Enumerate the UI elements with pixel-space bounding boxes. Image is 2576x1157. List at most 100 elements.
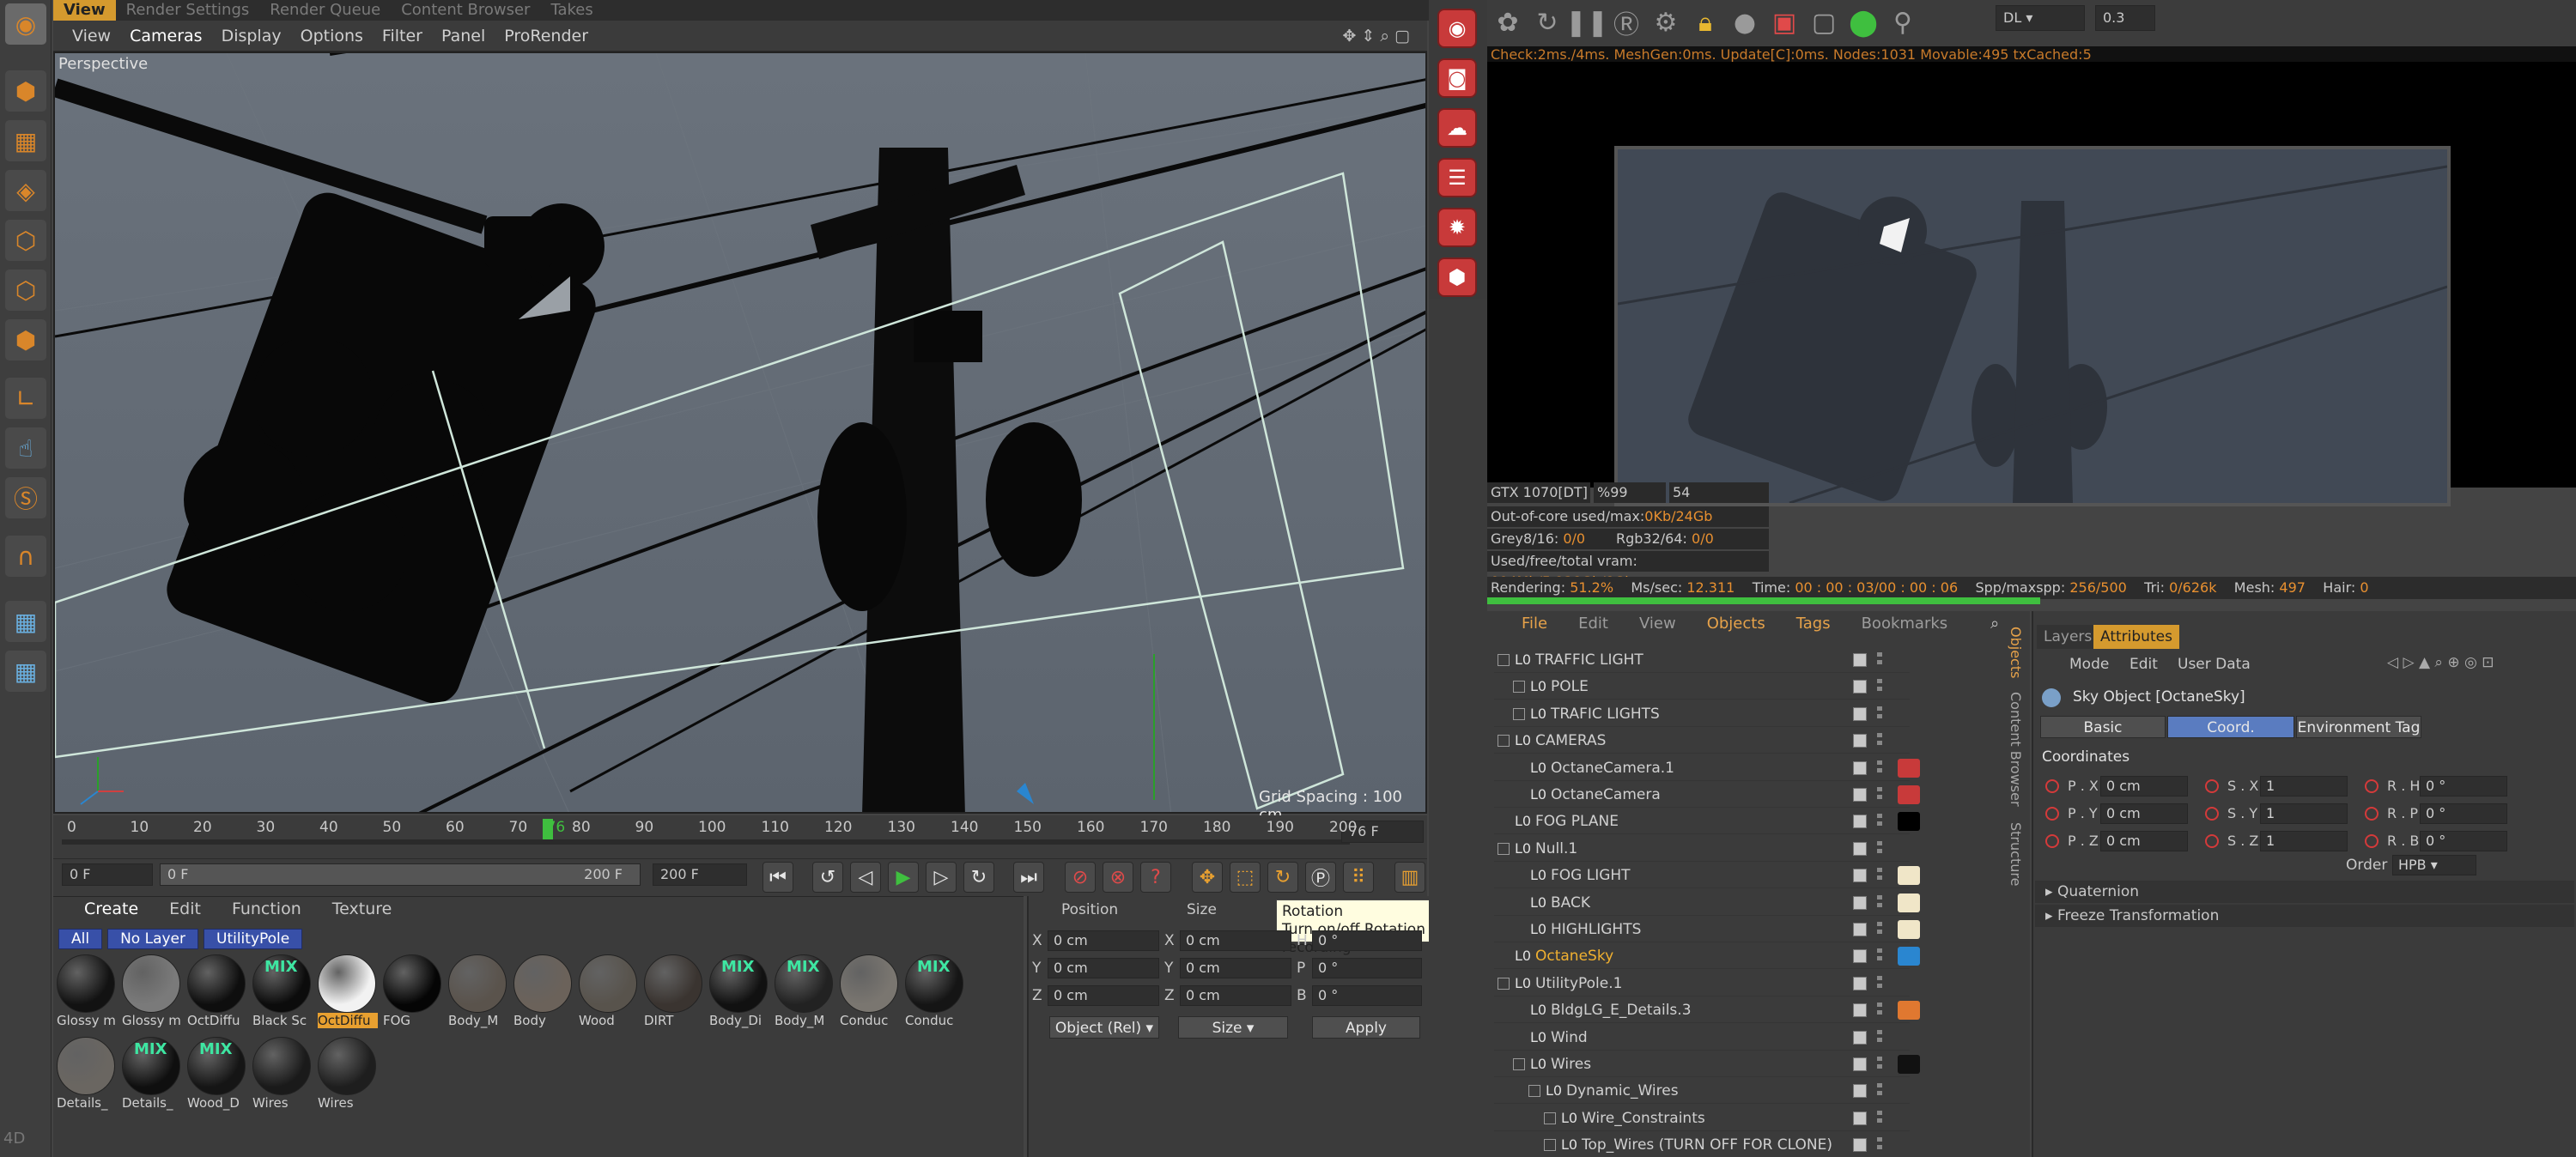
next-key-icon[interactable]: ↻ [963, 862, 994, 893]
expand-toggle[interactable] [1498, 842, 1510, 855]
keyframe-dot[interactable] [2205, 807, 2219, 821]
tab-attributes[interactable]: Attributes [2093, 625, 2179, 649]
expand-toggle[interactable] [1544, 1112, 1556, 1124]
perspective-viewport[interactable] [53, 51, 1427, 814]
material-item[interactable]: Wood [579, 954, 639, 1032]
visibility-checkbox[interactable] [1853, 895, 1867, 910]
rotation-field[interactable]: 0 ° [1312, 958, 1422, 978]
coord-value-field[interactable]: 1 [2260, 776, 2348, 797]
object-row[interactable]: L0 POLE [1494, 674, 1910, 700]
snap-icon[interactable]: Ⓢ [5, 477, 46, 518]
send-scene-icon[interactable]: ✿ [1491, 5, 1525, 39]
object-row[interactable]: L0 Dynamic_Wires [1494, 1078, 1910, 1105]
visibility-checkbox[interactable] [1853, 760, 1867, 775]
workplane-icon[interactable]: ◈ [5, 170, 46, 211]
axis-icon[interactable]: ∟ [5, 378, 46, 419]
visibility-dots[interactable] [1877, 894, 1882, 911]
visibility-checkbox[interactable] [1853, 949, 1867, 964]
octane-list-icon[interactable]: ☰ [1437, 158, 1477, 197]
object-row[interactable]: L0 Wind [1494, 1025, 1910, 1051]
rotation-field[interactable]: 0 ° [1312, 930, 1422, 951]
object-row[interactable]: L0 UtilityPole.1 [1494, 971, 1910, 996]
mat-menu-create[interactable]: Create [84, 900, 138, 925]
keyframe-selection-icon[interactable]: ? [1140, 862, 1171, 893]
object-row[interactable]: L0 FOG LIGHT [1494, 863, 1910, 889]
subtab-coord[interactable]: Coord. [2167, 716, 2294, 738]
settings-gear-icon[interactable]: ⚙ [1649, 5, 1683, 39]
planar-workplane-icon[interactable]: ▦ [5, 651, 46, 692]
expand-toggle[interactable] [1513, 681, 1525, 694]
magnet-icon[interactable]: ∩ [5, 536, 46, 577]
vtab-content-browser[interactable]: Content Browser [2008, 692, 2024, 807]
object-tag-icon[interactable] [1898, 947, 1920, 966]
keyframe-dot[interactable] [2365, 807, 2379, 821]
object-row[interactable]: L0 BldgLG_E_Details.3 [1494, 997, 1910, 1024]
kernel-select[interactable]: DL ▾ [1996, 5, 2085, 31]
material-item[interactable]: OctDiffu [318, 954, 378, 1032]
material-item[interactable]: Glossy m [57, 954, 117, 1032]
record-position-icon[interactable]: ✥ [1192, 862, 1223, 893]
pin-f-icon[interactable]: ⬤ [1846, 5, 1880, 39]
rotation-field[interactable]: 0 ° [1312, 985, 1422, 1006]
expand-toggle[interactable] [1528, 1085, 1540, 1098]
previous-frame-icon[interactable]: ◁ [850, 862, 881, 893]
material-item[interactable]: Conduc [840, 954, 900, 1032]
filter-utilitypole[interactable]: UtilityPole [204, 929, 303, 949]
octane-camera-icon[interactable]: ◙ [1437, 58, 1477, 98]
object-tag-icon[interactable] [1898, 893, 1920, 912]
size-field[interactable]: 0 cm [1180, 958, 1291, 978]
points-mode-icon[interactable]: ⬡ [5, 220, 46, 261]
coord-value-field[interactable]: 0 cm [2100, 776, 2188, 797]
object-row[interactable]: L0 Top_Wires (TURN OFF FOR CLONE) [1494, 1132, 1910, 1157]
octane-light-icon[interactable]: ✹ [1437, 208, 1477, 247]
subtab-basic[interactable]: Basic [2040, 716, 2166, 738]
autokey-icon[interactable]: ⊗ [1103, 862, 1133, 893]
keyframe-dot[interactable] [2365, 834, 2379, 848]
visibility-checkbox[interactable] [1853, 1111, 1867, 1125]
keyframe-dot[interactable] [2045, 834, 2059, 848]
object-row[interactable]: L0 Wires [1494, 1051, 1910, 1077]
expand-toggle[interactable] [1513, 1058, 1525, 1070]
material-item[interactable]: Wires [318, 1037, 378, 1114]
previous-key-icon[interactable]: ↺ [812, 862, 843, 893]
visibility-dots[interactable] [1877, 1057, 1882, 1072]
start-frame-field[interactable]: 0 F [62, 863, 153, 886]
expand-toggle[interactable] [1513, 707, 1525, 720]
visibility-checkbox[interactable] [1853, 1057, 1867, 1071]
visibility-checkbox[interactable] [1853, 706, 1867, 721]
keyframe-dot[interactable] [2365, 779, 2379, 793]
expand-toggle[interactable] [1498, 735, 1510, 748]
object-rel-select[interactable]: Object (Rel) ▾ [1049, 1016, 1159, 1039]
material-item[interactable]: OctDiffu [187, 954, 247, 1032]
octane-object-icon[interactable]: ⬢ [1437, 257, 1477, 297]
visibility-dots[interactable] [1877, 948, 1882, 965]
viewport-nav-icons[interactable]: ✥ ⇕ ⌕ ▢ [1342, 27, 1410, 45]
obj-menu-objects[interactable]: Objects [1707, 615, 1765, 639]
tab-render-queue[interactable]: Render Queue [259, 0, 391, 21]
keyframe-dot[interactable] [2045, 807, 2059, 821]
obj-menu-edit[interactable]: Edit [1578, 615, 1608, 639]
polygons-mode-icon[interactable]: ⬢ [5, 319, 46, 360]
tab-takes[interactable]: Takes [540, 0, 603, 21]
octane-cloud-icon[interactable]: ☁ [1437, 108, 1477, 148]
object-row[interactable]: L0 OctaneCamera.1 [1494, 755, 1910, 781]
visibility-dots[interactable] [1877, 787, 1882, 803]
object-row[interactable]: L0 CAMERAS [1494, 728, 1910, 754]
material-item[interactable]: Glossy m [122, 954, 182, 1032]
material-item[interactable]: Wires [252, 1037, 313, 1114]
attr-menu-user-data[interactable]: User Data [2178, 656, 2251, 673]
region-render-icon[interactable]: Ⓡ [1609, 5, 1643, 40]
record-keys-icon[interactable]: ⊘ [1065, 862, 1096, 893]
go-to-start-icon[interactable]: ⏮ [762, 862, 793, 893]
focus-picker-icon[interactable]: ▣ [1767, 5, 1801, 39]
cinema4d-logo-icon[interactable]: ◉ [5, 3, 46, 45]
next-frame-icon[interactable]: ▷ [926, 862, 957, 893]
visibility-checkbox[interactable] [1853, 680, 1867, 694]
value-stepper[interactable]: 0.3 [2095, 5, 2155, 31]
coord-value-field[interactable]: 1 [2260, 803, 2348, 824]
end-frame-field[interactable]: 200 F [653, 863, 747, 886]
material-item[interactable]: Body_M [448, 954, 508, 1032]
visibility-dots[interactable] [1877, 652, 1882, 668]
object-row[interactable]: L0 FOG PLANE [1494, 809, 1910, 835]
expand-toggle[interactable] [1544, 1139, 1556, 1152]
